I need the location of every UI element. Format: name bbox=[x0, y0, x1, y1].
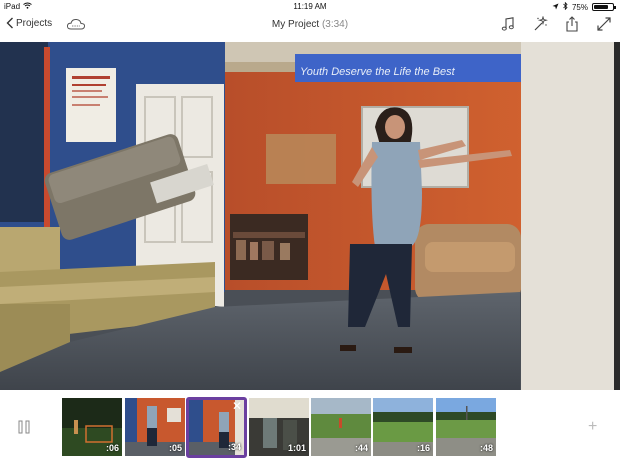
music-note-icon[interactable] bbox=[500, 16, 516, 32]
clip-duration: :05 bbox=[168, 443, 182, 453]
status-time: 11:19 AM bbox=[293, 2, 327, 11]
battery-icon bbox=[592, 3, 616, 11]
battery-percent: 75% bbox=[571, 2, 588, 12]
timeline-clip[interactable]: :06 bbox=[62, 398, 122, 456]
expand-icon[interactable] bbox=[596, 16, 612, 32]
clip-duration: :44 bbox=[354, 443, 368, 453]
battery-fill bbox=[594, 5, 608, 9]
project-duration: (3:34) bbox=[321, 19, 349, 30]
clip-duration: :34 bbox=[227, 442, 241, 452]
pause-button[interactable] bbox=[17, 420, 31, 434]
clip-duration: :48 bbox=[479, 443, 493, 453]
timeline-clip[interactable]: :16 bbox=[373, 398, 433, 456]
timeline-clip[interactable]: :05 bbox=[125, 398, 185, 456]
svg-text:Youth Deserve the Life the Bes: Youth Deserve the Life the Best bbox=[300, 66, 456, 78]
status-right: 75% bbox=[552, 1, 616, 12]
clip-duration: 1:01 bbox=[287, 443, 306, 453]
clip-timeline: :06 :05 ✕ :34 1:01:44:16:48 + bbox=[0, 390, 620, 465]
video-frame-image: Youth Deserve the Life the Best bbox=[0, 42, 620, 390]
clip-duration: :06 bbox=[105, 443, 119, 453]
share-icon[interactable] bbox=[564, 16, 580, 32]
timeline-clip[interactable]: 1:01 bbox=[249, 398, 309, 456]
timeline-clip[interactable]: :48 bbox=[436, 398, 496, 456]
timeline-clip-selected[interactable]: ✕ :34 bbox=[186, 397, 247, 458]
location-icon bbox=[552, 3, 559, 12]
magic-wand-icon[interactable] bbox=[532, 15, 549, 32]
pause-icon bbox=[18, 420, 30, 434]
project-title: My Project bbox=[271, 19, 320, 30]
video-preview[interactable]: Youth Deserve the Life the Best bbox=[0, 42, 620, 390]
status-bar: iPad 11:19 AM 75% bbox=[0, 0, 620, 14]
nav-bar: Projects My Project (3:34) bbox=[0, 14, 620, 42]
timeline-clip[interactable]: :44 bbox=[311, 398, 371, 456]
nav-actions bbox=[500, 15, 612, 32]
bluetooth-icon bbox=[563, 1, 568, 12]
clip-duration: :16 bbox=[416, 443, 430, 453]
plus-icon: + bbox=[588, 418, 598, 435]
close-icon[interactable]: ✕ bbox=[232, 400, 242, 412]
add-clip-button[interactable]: + bbox=[588, 419, 597, 435]
